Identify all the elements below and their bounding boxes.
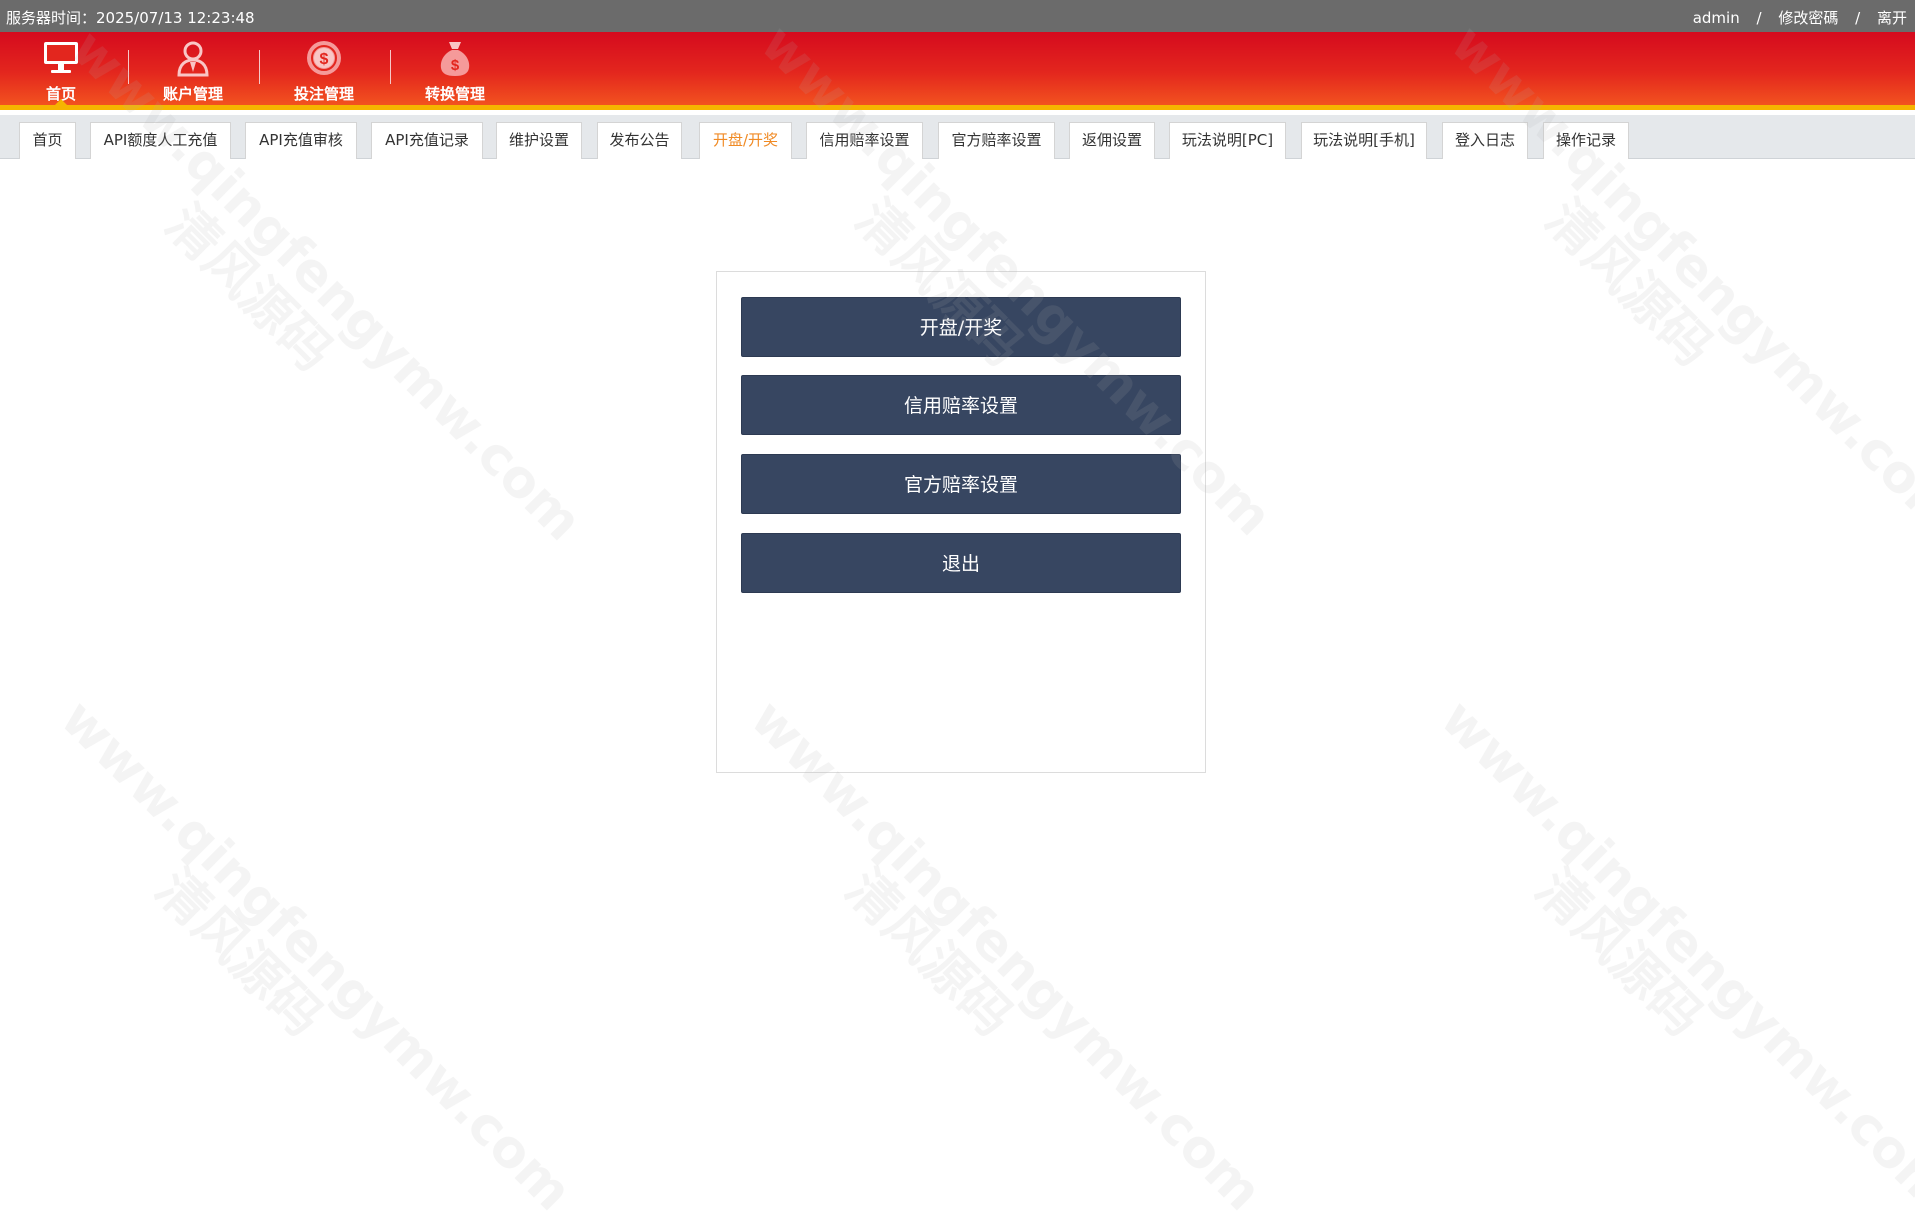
logout-link[interactable]: 离开 bbox=[1877, 9, 1907, 27]
nav-divider bbox=[259, 50, 260, 84]
official-odds-button[interactable]: 官方赔率设置 bbox=[741, 454, 1181, 514]
tab-login-log[interactable]: 登入日志 bbox=[1442, 122, 1528, 159]
tab-open-draw[interactable]: 开盘/开奖 bbox=[699, 122, 792, 159]
active-caret bbox=[54, 99, 68, 106]
nav-item-label: 转换管理 bbox=[424, 85, 485, 103]
exit-button[interactable]: 退出 bbox=[741, 533, 1181, 593]
nav-divider bbox=[128, 50, 129, 84]
nav-item-transfers[interactable]: $ 转换管理 bbox=[400, 32, 510, 105]
main-nav-header: 首页 账户管理 $ 投注管理 $ 转换管理 bbox=[0, 32, 1915, 110]
menu-panel: 开盘/开奖 信用赔率设置 官方赔率设置 退出 bbox=[716, 271, 1206, 773]
nav-item-label: 账户管理 bbox=[162, 85, 223, 103]
watermark-brand: 清风源码 bbox=[1533, 188, 1724, 379]
username-link[interactable]: admin bbox=[1693, 9, 1740, 27]
tab-publish-notice[interactable]: 发布公告 bbox=[597, 122, 682, 159]
money-bag-icon: $ bbox=[435, 38, 475, 78]
tab-bar: 首页 API额度人工充值 API充值审核 API充值记录 维护设置 发布公告 开… bbox=[0, 115, 1915, 159]
nav-divider bbox=[390, 50, 391, 84]
server-time: 服务器时间：2025/07/13 12:23:48 bbox=[6, 9, 255, 27]
nav-item-accounts[interactable]: 账户管理 bbox=[138, 32, 248, 105]
tab-maintenance-settings[interactable]: 维护设置 bbox=[496, 122, 582, 159]
tab-api-manual-recharge[interactable]: API额度人工充值 bbox=[90, 122, 231, 159]
tab-home[interactable]: 首页 bbox=[19, 122, 76, 159]
user-icon bbox=[173, 38, 213, 78]
tab-api-recharge-review[interactable]: API充值审核 bbox=[245, 122, 357, 159]
tab-rebate-settings[interactable]: 返佣设置 bbox=[1069, 122, 1155, 159]
monitor-icon bbox=[41, 38, 81, 78]
nav-item-label: 投注管理 bbox=[293, 85, 354, 103]
dollar-chip-icon: $ bbox=[304, 38, 344, 78]
nav-item-bets[interactable]: $ 投注管理 bbox=[269, 32, 379, 105]
watermark-brand: 清风源码 bbox=[143, 858, 334, 1049]
tab-api-recharge-records[interactable]: API充值记录 bbox=[371, 122, 483, 159]
user-links: admin / 修改密碼 / 离开 bbox=[1693, 7, 1907, 28]
svg-text:$: $ bbox=[320, 51, 329, 68]
tab-credit-odds[interactable]: 信用赔率设置 bbox=[806, 122, 923, 159]
top-status-bar: 服务器时间：2025/07/13 12:23:48 admin / 修改密碼 /… bbox=[0, 0, 1915, 32]
tab-operation-log[interactable]: 操作记录 bbox=[1543, 122, 1629, 159]
open-draw-button[interactable]: 开盘/开奖 bbox=[741, 297, 1181, 357]
separator: / bbox=[1756, 9, 1762, 27]
separator: / bbox=[1855, 9, 1861, 27]
change-password-link[interactable]: 修改密碼 bbox=[1778, 9, 1838, 27]
watermark-brand: 清风源码 bbox=[833, 858, 1024, 1049]
watermark-url: www.qingfengymw.com bbox=[48, 688, 584, 1223]
watermark-brand: 清风源码 bbox=[1523, 858, 1714, 1049]
svg-text:$: $ bbox=[451, 57, 460, 74]
tab-rules-pc[interactable]: 玩法说明[PC] bbox=[1169, 122, 1286, 159]
tab-rules-mobile[interactable]: 玩法说明[手机] bbox=[1301, 122, 1427, 159]
nav-item-home[interactable]: 首页 bbox=[6, 32, 116, 106]
tab-official-odds[interactable]: 官方赔率设置 bbox=[938, 122, 1055, 159]
credit-odds-button[interactable]: 信用赔率设置 bbox=[741, 375, 1181, 435]
watermark-brand: 清风源码 bbox=[153, 193, 344, 384]
watermark-url: www.qingfengymw.com bbox=[1428, 688, 1915, 1223]
